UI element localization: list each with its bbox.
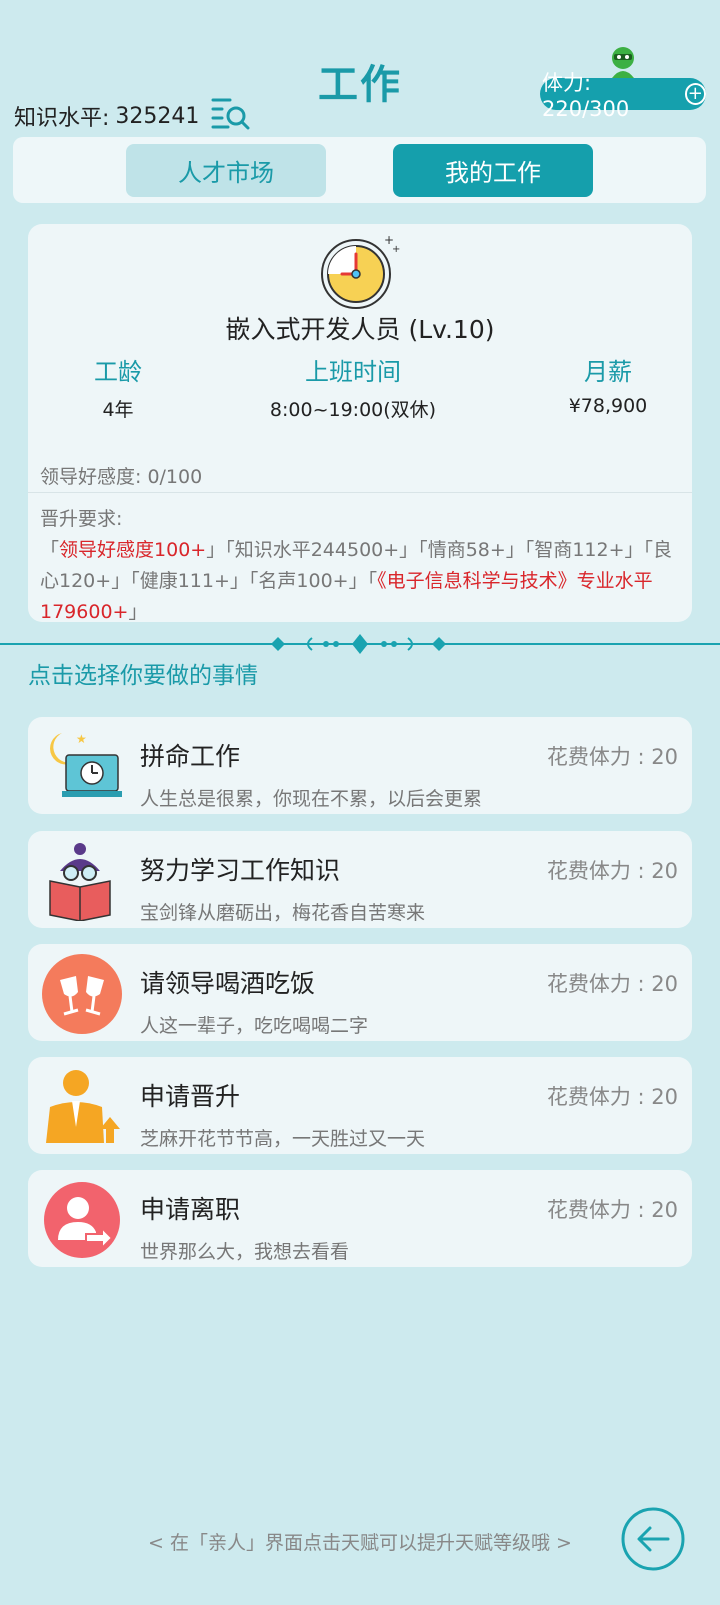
- hours-label: 上班时间: [305, 358, 401, 386]
- knowledge-level: 知识水平: 325241: [14, 100, 199, 132]
- req-health: 健康111+: [139, 570, 230, 592]
- job-card: + + 嵌入式开发人员 (Lv.10) 工龄 4年 上班时间 8:00~19:0…: [28, 224, 692, 623]
- svg-text:+: +: [392, 244, 400, 255]
- stat-salary: 月薪 ¥78,900: [538, 352, 678, 417]
- promotion-requirements: 晋升要求: 「领导好感度100+」「知识水平244500+」「情商58+」「智商1…: [40, 508, 673, 623]
- promotion-person-icon: [46, 1070, 120, 1143]
- action-work-hard[interactable]: ★ 拼命工作 花费体力 : 20 人生总是很累，你现在不累，以后会更累: [28, 717, 692, 814]
- promotion-label: 晋升要求:: [40, 508, 123, 530]
- action-desc: 宝剑锋从磨砺出，梅花香自苦寒来: [140, 902, 426, 924]
- req-fame: 名声100+: [258, 570, 349, 592]
- action-desc: 人生总是很累，你现在不累，以后会更累: [140, 788, 483, 810]
- salary-value: ¥78,900: [568, 395, 648, 417]
- req-iq: 智商112+: [534, 539, 625, 561]
- action-resign[interactable]: 申请离职 花费体力 : 20 世界那么大，我想去看看: [28, 1170, 692, 1267]
- tab-bar: 人才市场 我的工作: [13, 137, 706, 203]
- action-name: 努力学习工作知识: [140, 856, 341, 885]
- stat-hours: 上班时间 8:00~19:00(双休): [228, 352, 478, 422]
- action-desc: 芝麻开花节节高，一天胜过又一天: [140, 1128, 426, 1150]
- knowledge-value: 325241: [115, 103, 200, 129]
- req-knowledge: 知识水平244500+: [234, 539, 400, 561]
- years-label: 工龄: [94, 358, 142, 386]
- action-request-promotion[interactable]: 申请晋升 花费体力 : 20 芝麻开花节节高，一天胜过又一天: [28, 1057, 692, 1154]
- search-list-icon[interactable]: [210, 95, 254, 133]
- req-eq: 情商58+: [427, 539, 506, 561]
- action-name: 拼命工作: [140, 742, 241, 771]
- energy-badge[interactable]: 体力: 220/300 +: [540, 71, 706, 121]
- svg-text:★: ★: [76, 732, 87, 746]
- leader-favor: 领导好感度: 0/100: [40, 466, 203, 488]
- resign-user-icon: [44, 1182, 120, 1258]
- energy-value: 体力: 220/300: [542, 71, 630, 121]
- tab-my-work[interactable]: 我的工作: [393, 144, 593, 197]
- action-study[interactable]: 努力学习工作知识 花费体力 : 20 宝剑锋从磨砺出，梅花香自苦寒来: [28, 831, 692, 928]
- divider: [28, 492, 692, 493]
- hours-value: 8:00~19:00(双休): [269, 399, 437, 421]
- toast-glasses-icon: [42, 954, 122, 1034]
- job-title: 嵌入式开发人员 (Lv.10): [225, 315, 495, 344]
- night-work-icon: ★: [50, 732, 122, 797]
- knowledge-label: 知识水平:: [14, 106, 110, 131]
- action-cost: 花费体力 : 20: [546, 972, 678, 996]
- action-cost: 花费体力 : 20: [546, 1085, 678, 1109]
- action-cost: 花费体力 : 20: [546, 745, 678, 769]
- tab-talent-market[interactable]: 人才市场: [126, 144, 326, 197]
- back-button[interactable]: [620, 1506, 686, 1572]
- action-name: 申请离职: [140, 1195, 241, 1224]
- add-energy-icon[interactable]: +: [684, 83, 706, 105]
- action-cost: 花费体力 : 20: [546, 859, 678, 883]
- action-desc: 人这一辈子，吃吃喝喝二字: [140, 1015, 369, 1037]
- req-favor: 领导好感度100+: [59, 539, 207, 561]
- clock-icon: + +: [321, 233, 400, 309]
- action-prompt: 点击选择你要做的事情: [28, 663, 258, 689]
- salary-label: 月薪: [584, 358, 632, 386]
- tip-text: < 在「亲人」界面点击天赋可以提升天赋等级哦 >: [148, 1532, 572, 1554]
- studying-icon: [49, 843, 111, 921]
- action-desc: 世界那么大，我想去看看: [140, 1241, 350, 1263]
- action-treat-leader[interactable]: 请领导喝酒吃饭 花费体力 : 20 人这一辈子，吃吃喝喝二字: [28, 944, 692, 1041]
- action-name: 请领导喝酒吃饭: [140, 969, 316, 998]
- years-value: 4年: [102, 399, 134, 421]
- action-cost: 花费体力 : 20: [546, 1198, 678, 1222]
- stat-years: 工龄 4年: [68, 352, 168, 422]
- action-name: 申请晋升: [140, 1082, 241, 1111]
